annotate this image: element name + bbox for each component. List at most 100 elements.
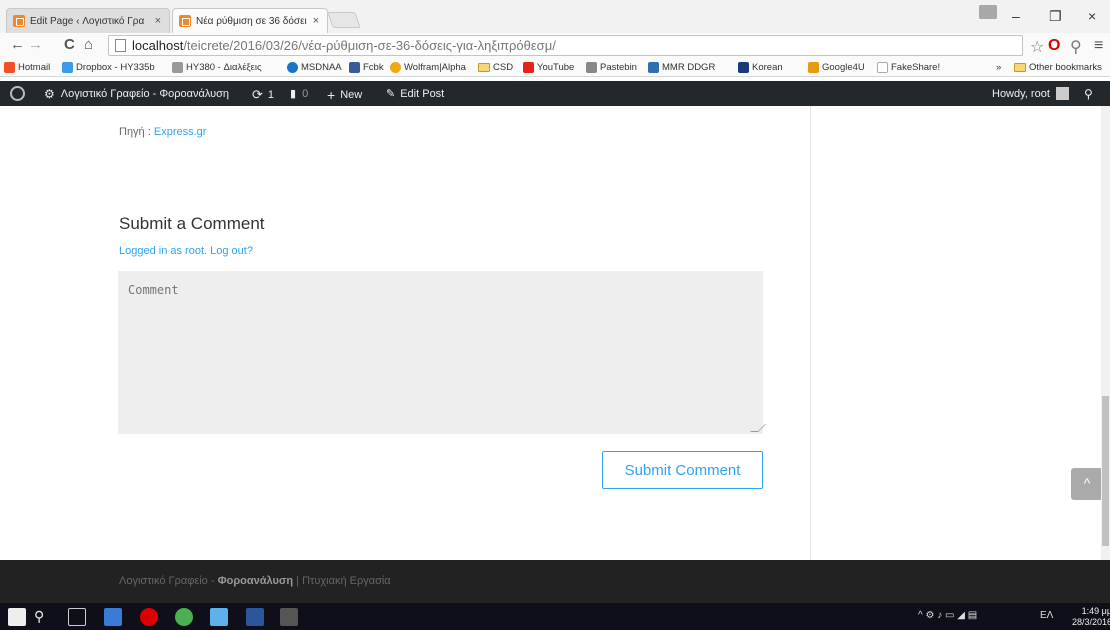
dashboard-icon: ⚙ <box>44 87 55 101</box>
site-name-menu[interactable]: ⚙ Λογιστικό Γραφείο - Φοροανάλυση <box>44 87 229 101</box>
link-icon <box>172 62 183 73</box>
bookmarks-overflow-button[interactable]: » <box>996 62 1001 73</box>
task-view-icon[interactable] <box>68 608 86 626</box>
bookmark-facebook[interactable]: Fcbk <box>349 62 384 73</box>
sidebar-divider <box>810 106 811 560</box>
address-bar[interactable]: localhost /teicrete/2016/03/26/νέα-ρύθμι… <box>108 35 1023 56</box>
bookmarks-bar: Hotmail Dropbox - HY335b HY380 - Διαλέξε… <box>0 59 1110 77</box>
updates-menu[interactable]: ⟳ 1 <box>252 87 274 103</box>
back-button[interactable]: ← <box>10 36 25 53</box>
msdnaa-icon <box>287 62 298 73</box>
bookmark-label: CSD <box>493 62 514 73</box>
footer-brand: Φοροανάλυση <box>217 575 294 587</box>
reload-button[interactable]: C <box>64 36 75 53</box>
updates-count: 1 <box>267 89 275 101</box>
maximize-button[interactable]: ❐ <box>1049 0 1062 32</box>
bookmark-msdnaa[interactable]: MSDNAA <box>287 62 342 73</box>
comments-menu[interactable]: ▮ 0 <box>290 87 308 101</box>
footer-credit: Λογιστικό Γραφείο - Φοροανάλυση | Πτυχια… <box>119 575 391 587</box>
tray-icons[interactable]: ^ ⚙ ♪ ▭ ◢ ▤ <box>918 610 977 621</box>
bookmark-mmr[interactable]: MMR DDGR <box>648 62 715 73</box>
tab-edit-page[interactable]: Edit Page ‹ Λογιστικό Γρα × <box>6 8 170 33</box>
file-explorer-icon[interactable] <box>104 608 122 626</box>
opera-browser-icon[interactable] <box>140 608 158 626</box>
google4u-icon <box>808 62 819 73</box>
updates-icon: ⟳ <box>252 87 263 102</box>
bookmark-youtube[interactable]: YouTube <box>523 62 574 73</box>
source-label: Πηγή : <box>119 126 151 138</box>
avatar <box>1055 87 1069 100</box>
site-footer: Λογιστικό Γραφείο - Φοροανάλυση | Πτυχια… <box>0 560 1110 603</box>
pencil-icon: ✎ <box>386 88 396 100</box>
new-tab-button[interactable] <box>327 12 361 28</box>
bookmark-label: Fcbk <box>363 62 384 73</box>
page-info-icon[interactable] <box>115 39 126 52</box>
footer-suffix: | Πτυχιακή Εργασία <box>293 575 391 587</box>
tab-title: Edit Page ‹ Λογιστικό Γρα <box>30 15 145 27</box>
korean-icon <box>738 62 749 73</box>
page-content: Πηγή : Express.gr Submit a Comment Logge… <box>0 106 1110 560</box>
scrollbar-thumb[interactable] <box>1102 396 1109 546</box>
tab-close-icon[interactable]: × <box>155 15 161 27</box>
site-favicon-icon <box>13 15 25 27</box>
logged-in-link[interactable]: Logged in as root. <box>119 245 207 257</box>
menu-icon[interactable]: ≡ <box>1094 37 1103 55</box>
facebook-icon <box>349 62 360 73</box>
logged-in-line: Logged in as root. Log out? <box>119 245 253 257</box>
search-icon[interactable]: ⚲ <box>34 608 52 626</box>
chrome-icon[interactable] <box>175 608 193 626</box>
profile-icon[interactable] <box>979 5 997 19</box>
bookmark-star-icon[interactable]: ☆ <box>1030 37 1044 57</box>
other-bookmarks[interactable]: Other bookmarks <box>1014 62 1102 73</box>
my-account-menu[interactable]: Howdy, root <box>992 87 1069 100</box>
search-icon[interactable]: ⚲ <box>1084 87 1093 101</box>
chevron-up-icon: ^ <box>1083 475 1091 491</box>
extension-icon[interactable]: ⚲ <box>1070 37 1082 57</box>
bookmark-wolfram[interactable]: Wolfram|Alpha <box>390 62 466 73</box>
bookmark-label: Hotmail <box>18 62 51 73</box>
edit-post-link[interactable]: ✎ Edit Post <box>386 87 445 101</box>
language-indicator[interactable]: ΕΛ <box>1040 610 1053 621</box>
clock-time: 1:49 μμ <box>1081 606 1110 616</box>
dropbox-icon <box>62 62 73 73</box>
start-button-icon[interactable] <box>8 608 26 626</box>
comment-textarea[interactable] <box>118 271 763 434</box>
home-button[interactable]: ⌂ <box>84 36 93 53</box>
forward-button[interactable]: → <box>28 36 43 53</box>
bookmark-csd[interactable]: CSD <box>478 62 513 73</box>
tab-strip: Edit Page ‹ Λογιστικό Γρα × Νέα ρύθμιση … <box>0 0 1110 33</box>
submit-comment-button[interactable]: Submit Comment <box>602 451 763 489</box>
bookmark-pastebin[interactable]: Pastebin <box>586 62 637 73</box>
bookmark-hy380[interactable]: HY380 - Διαλέξεις <box>172 62 262 73</box>
close-window-button[interactable]: × <box>1088 0 1096 32</box>
source-link[interactable]: Express.gr <box>154 126 207 138</box>
bookmark-label: Pastebin <box>600 62 637 73</box>
folder-icon <box>478 63 490 72</box>
new-content-menu[interactable]: + New <box>327 87 362 103</box>
edit-post-label: Edit Post <box>400 87 445 100</box>
bookmark-dropbox[interactable]: Dropbox - HY335b <box>62 62 155 73</box>
tab-close-icon[interactable]: × <box>313 15 319 27</box>
bookmark-google4u[interactable]: Google4U <box>808 62 865 73</box>
opera-icon[interactable]: O <box>1048 37 1060 55</box>
word-icon[interactable] <box>246 608 264 626</box>
scroll-to-top-button[interactable]: ^ <box>1071 468 1103 500</box>
logout-link[interactable]: Log out? <box>210 245 253 257</box>
system-clock[interactable]: 1:49 μμ 28/3/2016 <box>1072 606 1110 628</box>
site-name-label: Λογιστικό Γραφείο - Φοροανάλυση <box>60 88 229 100</box>
source-line: Πηγή : Express.gr <box>119 126 206 138</box>
minimize-button[interactable]: – <box>1012 0 1020 32</box>
footer-prefix: Λογιστικό Γραφείο - <box>119 575 218 587</box>
photos-icon[interactable] <box>210 608 228 626</box>
bookmark-hotmail[interactable]: Hotmail <box>4 62 50 73</box>
other-bookmarks-label: Other bookmarks <box>1029 62 1102 73</box>
windows-taskbar: ⚲ ^ ⚙ ♪ ▭ ◢ ▤ ΕΛ 1:49 μμ 28/3/2016 <box>0 603 1110 630</box>
mmr-icon <box>648 62 659 73</box>
wordpress-logo-icon[interactable] <box>10 86 25 101</box>
bookmark-label: Korean <box>752 62 783 73</box>
bookmark-fakeshare[interactable]: FakeShare! <box>877 62 940 73</box>
new-label: New <box>340 89 363 101</box>
app-icon[interactable] <box>280 608 298 626</box>
bookmark-korean[interactable]: Korean <box>738 62 783 73</box>
tab-active-article[interactable]: Νέα ρύθμιση σε 36 δόσει × <box>172 8 328 33</box>
